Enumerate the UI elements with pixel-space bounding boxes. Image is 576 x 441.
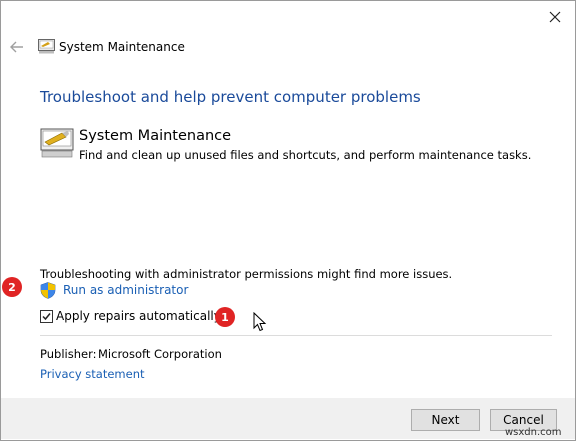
back-arrow-icon [10,41,23,53]
apply-repairs-checkbox[interactable] [40,310,53,323]
privacy-statement-link[interactable]: Privacy statement [40,367,145,381]
publisher-value: Microsoft Corporation [98,347,222,361]
annotation-badge-1: 1 [215,307,235,327]
uac-shield-icon [40,282,56,299]
window-title: System Maintenance [59,40,185,54]
close-button[interactable] [541,4,569,30]
run-as-administrator-link[interactable]: Run as administrator [63,283,188,297]
watermark: wsxdn.com [505,427,562,438]
page-heading: Troubleshoot and help prevent computer p… [40,88,421,106]
back-button[interactable] [8,38,26,56]
divider [40,335,552,336]
dialog-footer [1,398,575,439]
system-maintenance-icon [40,128,74,158]
admin-note: Troubleshooting with administrator permi… [40,267,453,281]
publisher-label: Publisher: [40,347,97,361]
task-title: System Maintenance [79,128,232,144]
apply-repairs-label[interactable]: Apply repairs automatically [56,309,221,323]
system-maintenance-small-icon [38,39,55,54]
task-description: Find and clean up unused files and short… [79,148,532,162]
close-icon [549,11,561,23]
annotation-badge-2: 2 [2,277,22,297]
mouse-cursor-icon [253,312,267,332]
next-button[interactable]: Next [411,409,480,431]
checkmark-icon [42,313,51,321]
